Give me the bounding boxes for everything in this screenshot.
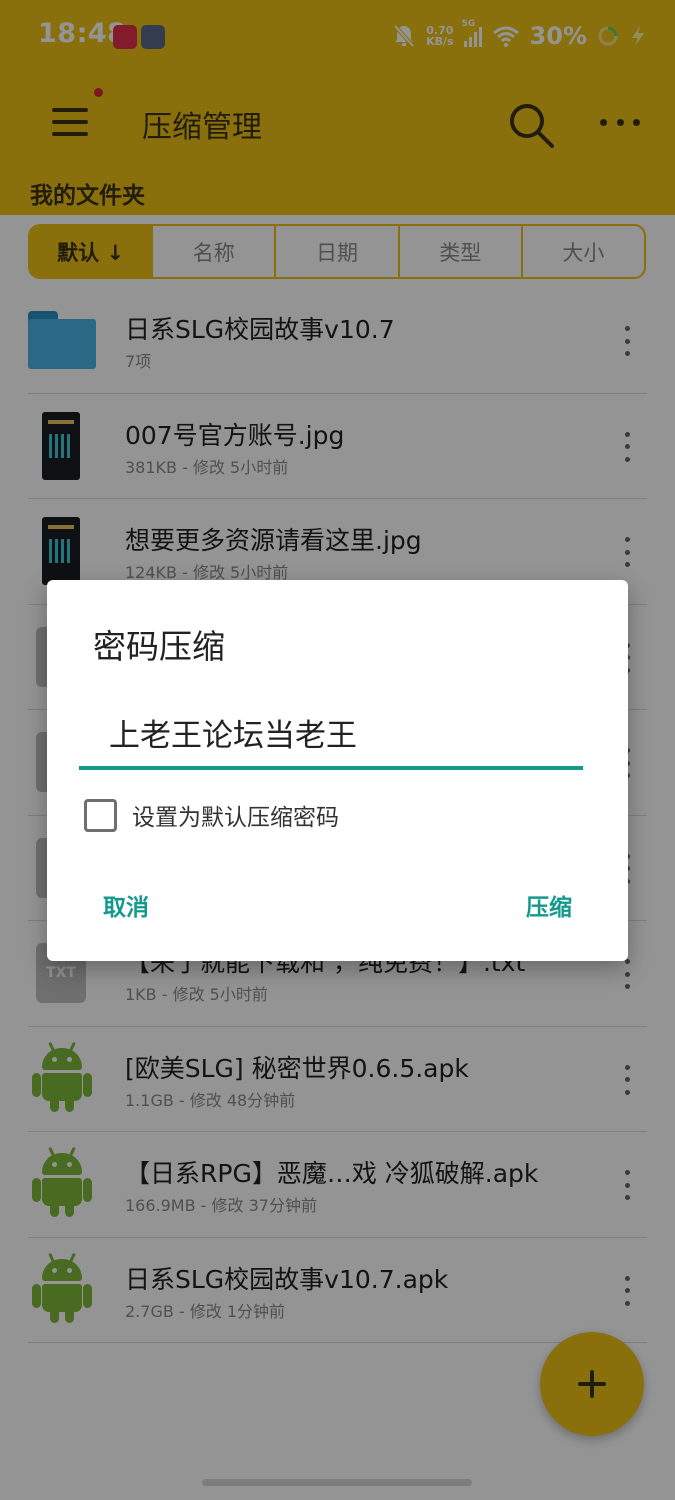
dialog-title: 密码压缩 [93, 627, 225, 666]
checkbox-label: 设置为默认压缩密码 [132, 805, 339, 831]
compress-button[interactable]: 压缩 [526, 888, 572, 922]
cancel-button[interactable]: 取消 [103, 888, 149, 922]
default-password-checkbox[interactable] [84, 798, 117, 832]
default-password-option[interactable]: 设置为默认压缩密码 [84, 797, 339, 833]
password-input[interactable] [79, 698, 583, 770]
password-compress-dialog: 密码压缩 设置为默认压缩密码 取消 压缩 [47, 580, 628, 961]
